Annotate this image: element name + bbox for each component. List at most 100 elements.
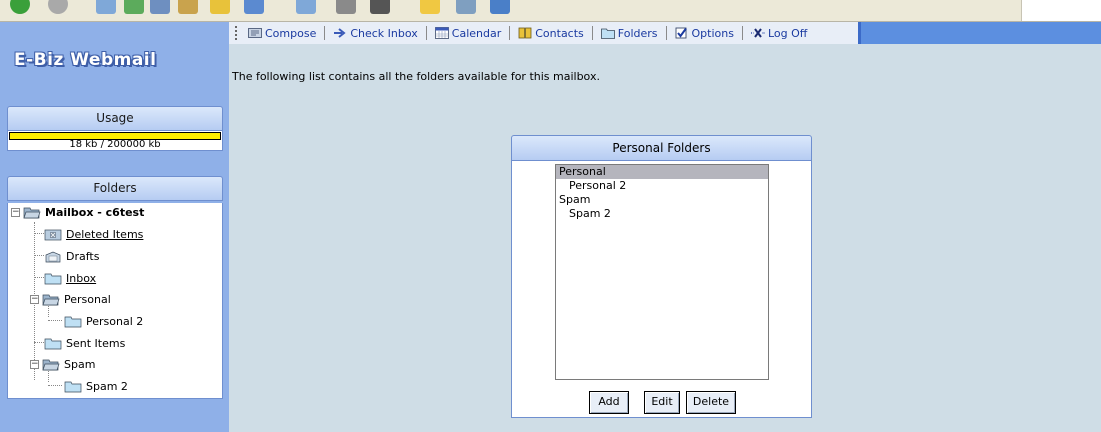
folder-icon (64, 316, 82, 327)
folders-panel-header: Folders (7, 176, 223, 201)
nav-divider (741, 26, 743, 40)
nav-label: Check Inbox (350, 26, 418, 40)
home-icon[interactable] (150, 0, 170, 14)
tree-label: Deleted Items (66, 227, 144, 241)
edit-icon[interactable] (370, 0, 390, 14)
collapse-icon[interactable]: − (30, 360, 39, 369)
tree-item-drafts[interactable]: Drafts (44, 247, 99, 265)
compose-icon (248, 28, 262, 38)
nav-contacts[interactable]: Contacts (514, 27, 588, 40)
personal-folders-title: Personal Folders (612, 141, 711, 155)
forward-icon[interactable] (48, 0, 68, 14)
usage-panel-header: Usage (7, 106, 223, 131)
nav-label: Contacts (535, 26, 584, 40)
folder-option-personal-2[interactable]: Personal 2 (556, 179, 768, 193)
folder-option-personal[interactable]: Personal (556, 165, 768, 179)
messenger-icon[interactable] (456, 0, 476, 14)
tree-line (34, 277, 44, 278)
tree-label: Spam (64, 357, 96, 371)
search-icon[interactable] (178, 0, 198, 14)
research-icon[interactable] (490, 0, 510, 14)
nav-toolbar: Compose Check Inbox Calendar Contacts Fo… (229, 22, 1101, 44)
tree-line (34, 255, 44, 256)
personal-folders-panel: Personal Personal 2 Spam Spam 2 Add Edit… (511, 161, 812, 418)
nav-divider (425, 26, 427, 40)
nav-label: Options (691, 26, 734, 40)
tree-line (48, 385, 62, 386)
nav-options[interactable]: Options (671, 27, 738, 40)
nav-divider (591, 26, 593, 40)
checkbox-icon (675, 27, 687, 39)
tree-item-personal-2[interactable]: Personal 2 (64, 312, 143, 330)
open-folder-icon (42, 294, 60, 305)
back-icon[interactable] (10, 0, 30, 14)
nav-label: Log Off (767, 26, 808, 40)
tree-item-mailbox[interactable]: Mailbox - c6test (23, 203, 144, 221)
nav-label: Compose (265, 26, 317, 40)
folders-title: Folders (93, 181, 137, 195)
tree-line (34, 342, 44, 343)
tree-item-spam[interactable]: Spam (42, 355, 95, 373)
calendar-icon (434, 27, 449, 39)
folder-icon (44, 338, 62, 349)
discuss-icon[interactable] (420, 0, 440, 14)
toolbar-grip[interactable] (235, 26, 239, 40)
nav-log-off[interactable]: Log Off (747, 27, 811, 40)
folder-tree: − Mailbox - c6test Deleted Items Drafts … (7, 203, 223, 399)
tree-item-sent-items[interactable]: Sent Items (44, 334, 125, 352)
delete-button[interactable]: Delete (686, 391, 736, 414)
tree-label: Spam 2 (86, 379, 128, 393)
personal-folders-header: Personal Folders (511, 135, 812, 161)
tree-label: Drafts (66, 249, 100, 263)
tree-item-deleted-items[interactable]: Deleted Items (44, 225, 143, 243)
browser-toolbar (0, 0, 1101, 22)
folder-listbox[interactable]: Personal Personal 2 Spam Spam 2 (555, 164, 769, 380)
book-icon (518, 27, 532, 39)
open-folder-icon (23, 207, 41, 218)
refresh-icon[interactable] (124, 0, 144, 14)
collapse-icon[interactable]: − (11, 208, 20, 217)
folder-option-spam[interactable]: Spam (556, 193, 768, 207)
tree-label: Mailbox - c6test (45, 205, 145, 219)
print-icon[interactable] (336, 0, 356, 14)
arrow-right-icon (334, 28, 346, 38)
tree-label: Sent Items (66, 336, 126, 350)
nav-folders[interactable]: Folders (597, 27, 662, 40)
folder-option-spam-2[interactable]: Spam 2 (556, 207, 768, 221)
drafts-folder-icon (45, 251, 61, 262)
usage-panel: 18 kb / 200000 kb (7, 131, 223, 151)
tree-label: Personal 2 (86, 314, 144, 328)
folder-icon (44, 273, 62, 284)
nav-divider (665, 26, 667, 40)
favorites-icon[interactable] (210, 0, 230, 14)
nav-divider (324, 26, 326, 40)
app-logo: E-Biz Webmail (14, 50, 157, 70)
trash-folder-icon (44, 229, 62, 240)
tree-item-personal[interactable]: Personal (42, 290, 111, 308)
add-button[interactable]: Add (589, 391, 629, 414)
nav-check-inbox[interactable]: Check Inbox (329, 27, 421, 40)
x-icon (750, 28, 765, 38)
usage-text: 18 kb / 200000 kb (69, 139, 161, 150)
usage-title: Usage (96, 111, 134, 125)
intro-text: The following list contains all the fold… (232, 70, 600, 83)
tree-line (34, 233, 44, 234)
nav-menu: Compose Check Inbox Calendar Contacts Fo… (229, 22, 861, 44)
tree-item-inbox[interactable]: Inbox (44, 269, 96, 287)
address-box[interactable] (1021, 0, 1101, 21)
stop-icon[interactable] (96, 0, 116, 14)
nav-label: Folders (617, 26, 658, 40)
tree-item-spam-2[interactable]: Spam 2 (64, 377, 128, 395)
tree-line (48, 320, 62, 321)
folder-icon (600, 28, 615, 39)
history-icon[interactable] (244, 0, 264, 14)
nav-compose[interactable]: Compose (244, 27, 320, 40)
tree-label: Inbox (66, 271, 97, 285)
nav-calendar[interactable]: Calendar (431, 27, 505, 40)
edit-button[interactable]: Edit (644, 391, 680, 414)
nav-divider (509, 26, 511, 40)
mail-icon[interactable] (296, 0, 316, 14)
collapse-icon[interactable]: − (30, 295, 39, 304)
tree-label: Personal (64, 292, 111, 306)
folder-icon (64, 381, 82, 392)
